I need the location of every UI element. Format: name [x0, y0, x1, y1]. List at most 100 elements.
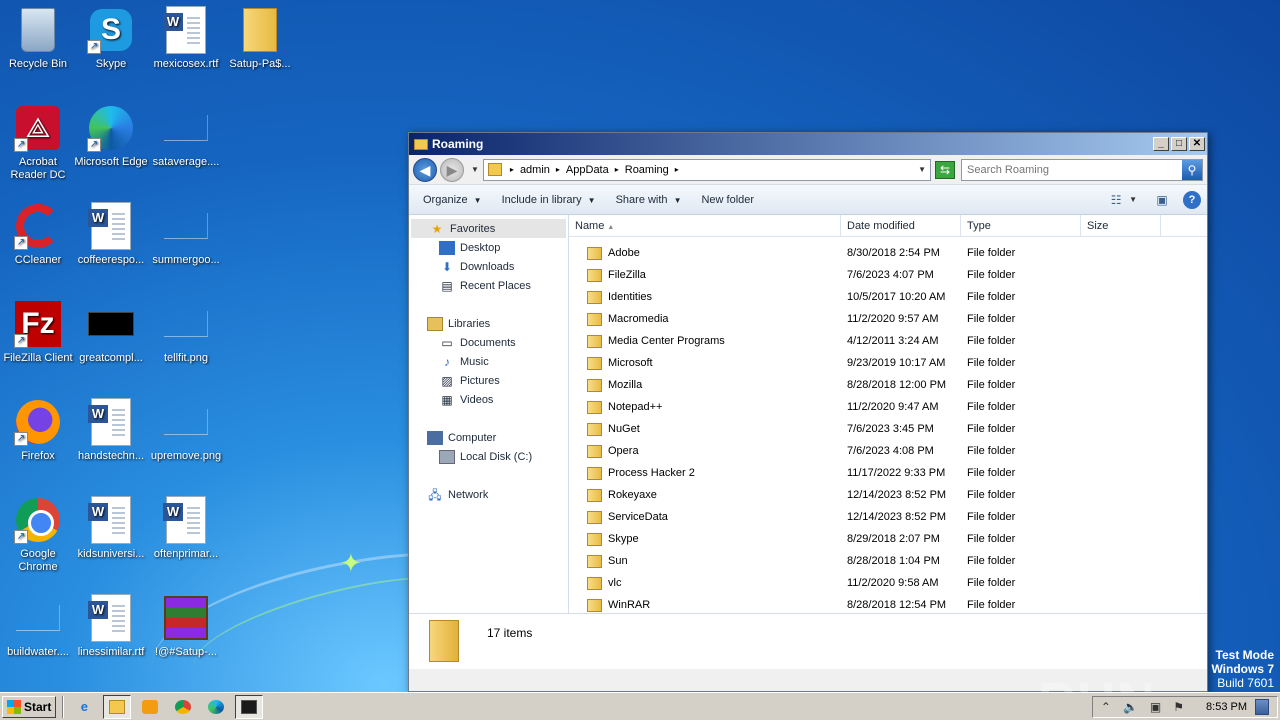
chevron-up-icon[interactable]: ⌃: [1101, 700, 1111, 714]
chevron-right-icon[interactable]: ▸: [556, 165, 560, 174]
desktop-icon-mexicosex-rtf[interactable]: W mexicosex.rtf: [148, 6, 224, 71]
desktop-icon-edge[interactable]: ↗ Microsoft Edge: [73, 104, 149, 169]
desktop-icon-greatcompl[interactable]: greatcompl...: [73, 300, 149, 365]
desktop-icon-recycle-bin[interactable]: Recycle Bin: [0, 6, 76, 71]
organize-button[interactable]: Organize ▼: [415, 191, 490, 209]
nav-computer[interactable]: Computer: [409, 428, 568, 447]
chevron-right-icon[interactable]: ▸: [615, 165, 619, 174]
include-in-library-button[interactable]: Include in library ▼: [494, 191, 604, 209]
address-history-dropdown[interactable]: ▼: [918, 165, 926, 174]
refresh-button[interactable]: ⇆: [935, 160, 955, 179]
nav-local-disk[interactable]: Local Disk (C:): [409, 447, 568, 466]
table-row[interactable]: Adobe 8/30/2018 2:54 PM File folder: [569, 242, 1207, 264]
nav-music[interactable]: ♪ Music: [409, 352, 568, 371]
back-button[interactable]: ◀: [413, 157, 437, 182]
table-row[interactable]: vlc 11/2/2020 9:58 AM File folder: [569, 572, 1207, 594]
column-header-date-modified[interactable]: Date modified: [841, 215, 961, 236]
chevron-right-icon[interactable]: ▸: [510, 165, 514, 174]
desktop-icon-ccleaner[interactable]: ↗ CCleaner: [0, 202, 76, 267]
nav-videos[interactable]: ▦ Videos: [409, 390, 568, 409]
chevron-right-icon[interactable]: ▸: [675, 165, 679, 174]
preview-pane-icon[interactable]: ▣: [1153, 192, 1171, 208]
file-date: 12/14/2023 8:52 PM: [847, 511, 947, 523]
search-box[interactable]: ⚲: [961, 158, 1203, 181]
winrar-icon: [162, 594, 210, 642]
title-bar[interactable]: Roaming _ □ ✕: [409, 133, 1207, 155]
folder-icon: [587, 422, 602, 436]
maximize-button[interactable]: □: [1171, 137, 1187, 151]
view-options-icon[interactable]: ☷: [1107, 192, 1125, 208]
nav-libraries[interactable]: Libraries: [409, 314, 568, 333]
desktop-icon-upremove[interactable]: upremove.png: [148, 398, 224, 463]
table-row[interactable]: Sun 8/28/2018 1:04 PM File folder: [569, 550, 1207, 572]
search-input[interactable]: [962, 163, 1182, 176]
forward-button[interactable]: ▶: [440, 157, 464, 182]
taskbar-edge[interactable]: [202, 695, 230, 719]
table-row[interactable]: Rokeyaxe 12/14/2023 8:52 PM File folder: [569, 484, 1207, 506]
taskbar-chrome[interactable]: [169, 695, 197, 719]
help-icon[interactable]: ?: [1183, 190, 1201, 209]
close-button[interactable]: ✕: [1189, 137, 1205, 151]
start-button[interactable]: Start: [2, 695, 57, 718]
clock[interactable]: 8:53 PM: [1206, 701, 1247, 713]
taskbar-ie[interactable]: e: [70, 695, 98, 719]
desktop-icon-skype[interactable]: S ↗ Skype: [73, 6, 149, 71]
explorer-window[interactable]: Roaming _ □ ✕ ◀ ▶ ▼ ▸ admin ▸ AppData ▸ …: [408, 132, 1208, 692]
taskbar-media-player[interactable]: [136, 695, 164, 719]
taskbar-explorer[interactable]: [103, 694, 132, 719]
view-dropdown[interactable]: ▼: [1129, 195, 1137, 204]
recent-pages-dropdown[interactable]: ▼: [471, 165, 479, 174]
column-header-size[interactable]: Size: [1081, 215, 1161, 236]
table-row[interactable]: FileZilla 7/6/2023 4:07 PM File folder: [569, 264, 1207, 286]
desktop-icon-buildwater[interactable]: buildwater....: [0, 594, 76, 659]
table-row[interactable]: Opera 7/6/2023 4:08 PM File folder: [569, 440, 1207, 462]
desktop-icon-oftenprimar[interactable]: W oftenprimar...: [148, 496, 224, 561]
breadcrumb-roaming[interactable]: Roaming: [625, 164, 669, 176]
column-header-type[interactable]: Type: [961, 215, 1081, 236]
table-row[interactable]: Process Hacker 2 11/17/2022 9:33 PM File f…: [569, 462, 1207, 484]
nav-downloads[interactable]: ⬇ Downloads: [409, 257, 568, 276]
desktop-icon-summergoo[interactable]: summergoo...: [148, 202, 224, 267]
nav-pictures[interactable]: ▨ Pictures: [409, 371, 568, 390]
search-icon[interactable]: ⚲: [1182, 159, 1202, 180]
desktop-icon-kidsuniversi[interactable]: W kidsuniversi...: [73, 496, 149, 561]
column-header-name[interactable]: Name ▲: [569, 215, 841, 236]
minimize-button[interactable]: _: [1153, 137, 1169, 151]
breadcrumb-admin[interactable]: admin: [520, 164, 550, 176]
table-row[interactable]: Identities 10/5/2017 10:20 AM File folder: [569, 286, 1207, 308]
desktop-icon-acrobat[interactable]: ⟁ ↗ Acrobat Reader DC: [0, 104, 76, 182]
address-bar[interactable]: ▸ admin ▸ AppData ▸ Roaming ▸ ▼: [482, 158, 931, 181]
table-row[interactable]: ServiceData 12/14/2023 8:52 PM File folder: [569, 506, 1207, 528]
desktop-icon-tellfit[interactable]: tellfit.png: [148, 300, 224, 365]
volume-icon[interactable]: 🔈: [1123, 700, 1138, 714]
desktop-icon-coffeerespo[interactable]: W coffeerespo...: [73, 202, 149, 267]
nav-network[interactable]: 🖧 Network: [409, 485, 568, 504]
table-row[interactable]: Macromedia 11/2/2020 9:57 AM File folder: [569, 308, 1207, 330]
new-folder-button[interactable]: New folder: [693, 191, 762, 209]
desktop-icon-satup-pa[interactable]: Satup-Pa$...: [222, 6, 298, 71]
nav-favorites[interactable]: ★ Favorites: [411, 219, 566, 238]
taskbar-cmd[interactable]: [235, 694, 264, 719]
table-row[interactable]: Skype 8/29/2018 2:07 PM File folder: [569, 528, 1207, 550]
desktop-icon-handstechn[interactable]: W handstechn...: [73, 398, 149, 463]
desktop-icon-satup-rar[interactable]: !@#Satup-...: [148, 594, 224, 659]
breadcrumb-appdata[interactable]: AppData: [566, 164, 609, 176]
table-row[interactable]: Microsoft 9/23/2019 10:17 AM File folder: [569, 352, 1207, 374]
desktop-icon-firefox[interactable]: ↗ Firefox: [0, 398, 76, 463]
nav-recent-places[interactable]: ▤ Recent Places: [409, 276, 568, 295]
show-desktop-button[interactable]: [1255, 698, 1269, 715]
nav-desktop[interactable]: Desktop: [409, 238, 568, 257]
share-with-button[interactable]: Share with ▼: [608, 191, 690, 209]
desktop-icon-linessimilar[interactable]: W linessimilar.rtf: [73, 594, 149, 659]
nav-documents[interactable]: ▭ Documents: [409, 333, 568, 352]
desktop-icon-filezilla[interactable]: Fz ↗ FileZilla Client: [0, 300, 76, 365]
table-row[interactable]: NuGet 7/6/2023 3:45 PM File folder: [569, 418, 1207, 440]
desktop-icon-chrome[interactable]: ↗ Google Chrome: [0, 496, 76, 574]
action-center-flag-icon[interactable]: ⚑: [1173, 700, 1184, 714]
table-row[interactable]: Notepad++ 11/2/2020 9:47 AM File folder: [569, 396, 1207, 418]
table-row[interactable]: Mozilla 8/28/2018 12:00 PM File folder: [569, 374, 1207, 396]
table-row[interactable]: Media Center Programs 4/12/2011 3:24 AM Fi…: [569, 330, 1207, 352]
network-icon[interactable]: ▣: [1150, 700, 1161, 714]
file-date: 10/5/2017 10:20 AM: [847, 291, 946, 303]
desktop-icon-sataverage[interactable]: sataverage....: [148, 104, 224, 169]
